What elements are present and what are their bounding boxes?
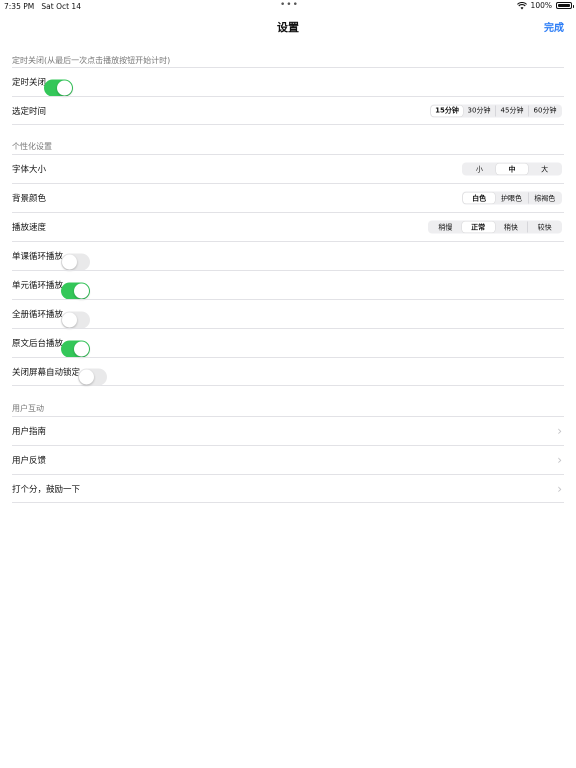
playback-speed-label: 播放速度 (12, 223, 47, 233)
background-color-label: 背景颜色 (12, 194, 47, 204)
status-bar: 7:35 PM Sat Oct 14 ••• 100% (0, 0, 576, 13)
timer-toggle[interactable] (44, 79, 74, 96)
section-header-personal: 个性化设置 (12, 142, 52, 151)
segment-option[interactable]: 稍慢 (429, 222, 462, 233)
wifi-icon (516, 1, 527, 9)
segment-option[interactable]: 正常 (461, 221, 495, 233)
chevron-right-icon: › (557, 424, 562, 438)
unit-loop-toggle[interactable] (61, 282, 91, 299)
time-select-row: 选定时间 15分钟 30分钟 45分钟 60分钟 (12, 96, 564, 125)
time-select-label: 选定时间 (12, 106, 47, 117)
segment-option[interactable]: 白色 (463, 192, 496, 204)
background-play-row: 原文后台播放 (12, 328, 564, 357)
multitasking-dots-icon[interactable]: ••• (280, 0, 299, 10)
user-feedback-row[interactable]: 用户反馈 › (12, 445, 564, 474)
rate-app-label: 打个分，鼓励一下 (12, 484, 81, 495)
segment-option[interactable]: 15分钟 (431, 105, 463, 116)
segment-option[interactable]: 小 (463, 164, 496, 175)
segment-option[interactable]: 护眼色 (495, 193, 527, 204)
timer-group: 定时关闭 选定时间 15分钟 30分钟 45分钟 60分钟 (12, 67, 564, 125)
user-guide-label: 用户指南 (12, 427, 47, 437)
chevron-right-icon: › (557, 453, 562, 467)
unit-loop-row: 单元循环播放 (12, 270, 564, 299)
font-size-label: 字体大小 (12, 165, 47, 175)
background-play-label: 原文后台播放 (12, 339, 64, 349)
background-play-toggle[interactable] (61, 340, 91, 357)
segment-option[interactable]: 较快 (527, 221, 561, 233)
section-header-timer: 定时关闭(从最后一次点击播放按钮开始计时) (12, 56, 171, 65)
user-feedback-label: 用户反馈 (12, 456, 47, 466)
timer-row: 定时关闭 (12, 67, 564, 96)
chevron-right-icon: › (557, 481, 562, 496)
autolock-label: 关闭屏幕自动锁定 (12, 367, 81, 378)
interaction-group: 用户指南 › 用户反馈 › 打个分，鼓励一下 › (12, 416, 564, 503)
time-segmented-control[interactable]: 15分钟 30分钟 45分钟 60分钟 (430, 104, 562, 117)
page-title: 设置 (277, 21, 299, 34)
status-time-date: 7:35 PM Sat Oct 14 (4, 2, 81, 11)
section-header-interaction: 用户互动 (12, 404, 44, 413)
font-size-segmented-control[interactable]: 小中大 (462, 162, 562, 176)
unit-loop-label: 单元循环播放 (12, 281, 64, 291)
lesson-loop-label: 单课循环播放 (12, 252, 64, 262)
segment-option[interactable]: 大 (528, 164, 561, 175)
rate-app-row[interactable]: 打个分，鼓励一下 › (12, 474, 564, 503)
book-loop-label: 全册循环播放 (12, 310, 64, 320)
lesson-loop-toggle[interactable] (61, 253, 91, 270)
book-loop-row: 全册循环播放 (12, 299, 564, 328)
user-guide-row[interactable]: 用户指南 › (12, 416, 564, 445)
lesson-loop-row: 单课循环播放 (12, 241, 564, 270)
battery-percent: 100% (530, 1, 552, 10)
segment-option[interactable]: 棕褐色 (527, 192, 561, 204)
segment-option[interactable]: 60分钟 (528, 105, 561, 116)
status-time: 7:35 PM (4, 2, 35, 11)
autolock-toggle[interactable] (78, 368, 108, 385)
status-date: Sat Oct 14 (41, 2, 81, 11)
personal-group: 字体大小 小中大 背景颜色 白色 护眼色 棕褐色 播放速度 稍慢 正常 稍快 较快 单课循… (12, 154, 564, 386)
navigation-bar: 设置 完成 (0, 13, 576, 43)
segment-option[interactable]: 30分钟 (463, 105, 495, 116)
font-size-row: 字体大小 小中大 (12, 154, 564, 183)
timer-label: 定时关闭 (12, 78, 47, 88)
segment-option[interactable]: 稍快 (495, 222, 528, 233)
book-loop-toggle[interactable] (61, 311, 91, 328)
segment-option[interactable]: 中 (495, 163, 529, 175)
autolock-row: 关闭屏幕自动锁定 (12, 357, 564, 386)
segment-option[interactable]: 45分钟 (495, 105, 528, 116)
background-color-row: 背景颜色 白色 护眼色 棕褐色 (12, 183, 564, 212)
background-color-segmented-control[interactable]: 白色 护眼色 棕褐色 (462, 191, 562, 205)
playback-speed-row: 播放速度 稍慢 正常 稍快 较快 (12, 212, 564, 241)
playback-speed-segmented-control[interactable]: 稍慢 正常 稍快 较快 (428, 220, 562, 234)
battery-icon (556, 2, 574, 9)
done-button[interactable]: 完成 (544, 19, 564, 34)
